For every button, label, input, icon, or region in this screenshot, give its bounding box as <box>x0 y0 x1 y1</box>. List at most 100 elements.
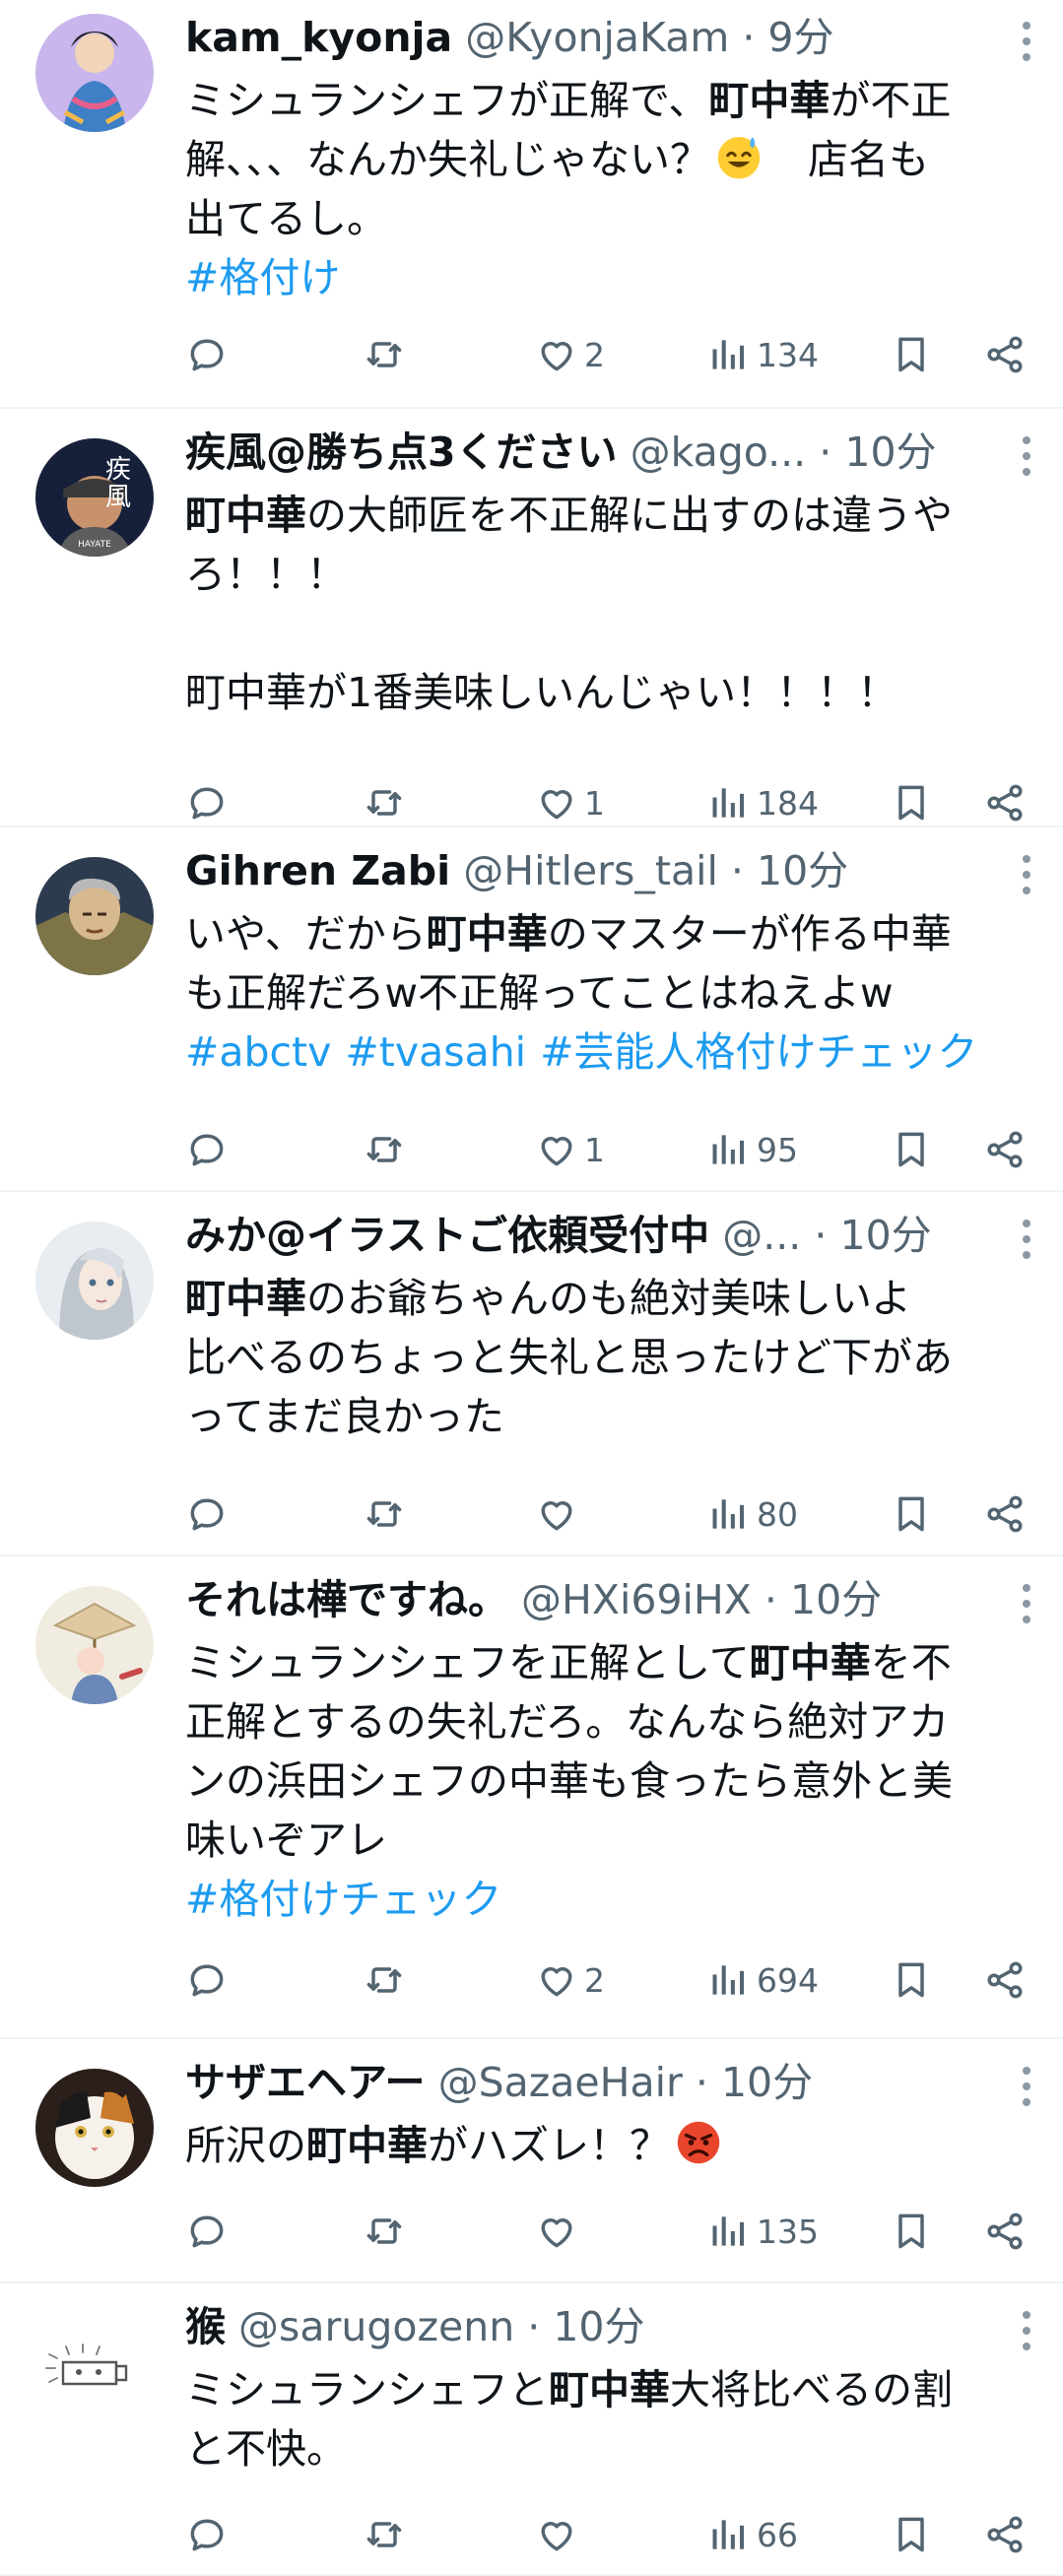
reply-button[interactable] <box>185 1950 229 2010</box>
avatar[interactable]: 疾風 HAYATE <box>35 438 154 557</box>
tweet[interactable]: 疾風 HAYATE 疾風@勝ち点3ください @kago... · 10分 町中華の大師… <box>0 409 1063 827</box>
like-button[interactable] <box>535 1485 584 1544</box>
reply-button[interactable] <box>185 1485 229 1544</box>
repost-button[interactable] <box>363 2202 406 2261</box>
timestamp[interactable]: 9分 <box>767 14 833 61</box>
tweet[interactable]: Gihren Zabi @Hitlers_tail · 10分 いや、だから町中華… <box>0 827 1063 1192</box>
tweet[interactable]: みか@イラストご依頼受付中 @... · 10分 町中華のお爺ちゃんのも絶対美味し… <box>0 1192 1063 1556</box>
display-name[interactable]: みか@イラストご依頼受付中 <box>185 1212 709 1259</box>
bookmark-button[interactable] <box>890 773 933 832</box>
timestamp[interactable]: 10分 <box>721 2059 813 2106</box>
views-button[interactable]: 66 <box>707 2505 798 2564</box>
bookmark-button[interactable] <box>890 1120 933 1179</box>
more-options-icon[interactable] <box>1012 1574 1041 1633</box>
timestamp[interactable]: 10分 <box>844 429 936 476</box>
tweet[interactable]: kam_kyonja @KyonjaKam · 9分 ミシュランシェフが正解で、町… <box>0 0 1063 409</box>
tweet-content: それは樺ですね。 @HXi69iHX · 10分 ミシュランシェフを正解として町中… <box>185 1572 994 1929</box>
timestamp[interactable]: 10分 <box>790 1576 882 1623</box>
views-count: 66 <box>757 2515 798 2554</box>
share-button[interactable] <box>983 325 1027 384</box>
more-options-icon[interactable] <box>1012 845 1041 904</box>
views-button[interactable]: 80 <box>707 1485 798 1544</box>
avatar[interactable] <box>35 14 154 132</box>
likes-count: 2 <box>584 335 605 374</box>
timestamp[interactable]: 10分 <box>839 1212 931 1259</box>
share-button[interactable] <box>983 2505 1027 2564</box>
bookmark-button[interactable] <box>890 2505 933 2564</box>
avatar[interactable] <box>35 1222 154 1340</box>
timestamp[interactable]: 10分 <box>553 2303 644 2350</box>
like-button[interactable] <box>535 2202 584 2261</box>
more-options-icon[interactable] <box>1012 1210 1041 1269</box>
like-icon <box>541 2522 572 2551</box>
views-button[interactable]: 95 <box>707 1120 798 1179</box>
views-button[interactable]: 694 <box>707 1950 819 2010</box>
share-button[interactable] <box>983 773 1027 832</box>
timestamp[interactable]: 10分 <box>757 847 848 894</box>
text-line: ミシュランシェフと町中華大将比べるの割 <box>185 2360 994 2419</box>
reply-button[interactable] <box>185 2202 229 2261</box>
more-options-icon[interactable] <box>1012 2057 1041 2116</box>
like-button[interactable] <box>535 2505 584 2564</box>
avatar[interactable] <box>35 2069 154 2187</box>
more-options-icon[interactable] <box>1012 427 1041 486</box>
bookmark-button[interactable] <box>890 2202 933 2261</box>
repost-button[interactable] <box>363 1485 406 1544</box>
display-name[interactable]: それは樺ですね。 <box>185 1576 508 1623</box>
reply-button[interactable] <box>185 773 229 832</box>
share-button[interactable] <box>983 1950 1027 2010</box>
share-icon <box>987 336 1023 373</box>
tweet[interactable]: 猴 @sarugozenn · 10分 ミシュランシェフと町中華大将比べるの割 と不… <box>0 2283 1063 2576</box>
display-name[interactable]: 疾風@勝ち点3ください <box>185 429 618 476</box>
share-button[interactable] <box>983 1120 1027 1179</box>
views-button[interactable]: 135 <box>707 2202 819 2261</box>
more-options-icon[interactable] <box>1012 2301 1041 2360</box>
user-handle[interactable]: @HXi69iHX <box>521 1576 752 1623</box>
avatar[interactable] <box>35 857 154 975</box>
user-handle[interactable]: @Hitlers_tail <box>463 847 718 894</box>
bookmark-button[interactable] <box>890 325 933 384</box>
user-handle[interactable]: @kago... <box>631 429 807 476</box>
more-options-icon[interactable] <box>1012 12 1041 71</box>
user-handle[interactable]: @sarugozenn <box>238 2303 514 2350</box>
hashtag-link[interactable]: #abctv <box>185 1028 331 1076</box>
likes-count: 1 <box>584 783 605 823</box>
share-button[interactable] <box>983 2202 1027 2261</box>
hashtag-link[interactable]: #芸能人格付けチェック <box>540 1028 977 1076</box>
tweet[interactable]: サザエヘアー @SazaeHair · 10分所沢の町中華がハズレ！？ 135 <box>0 2039 1063 2283</box>
text-segment: 解、、、なんか失礼じゃない？ <box>185 136 710 183</box>
repost-button[interactable] <box>363 325 406 384</box>
text-line: 所沢の町中華がハズレ！？ <box>185 2116 994 2175</box>
like-button[interactable]: 1 <box>535 1120 605 1179</box>
bookmark-button[interactable] <box>890 1950 933 2010</box>
tweet[interactable]: それは樺ですね。 @HXi69iHX · 10分 ミシュランシェフを正解として町中… <box>0 1556 1063 2039</box>
display-name[interactable]: 猴 <box>185 2303 226 2350</box>
repost-button[interactable] <box>363 1950 406 2010</box>
views-button[interactable]: 134 <box>707 325 819 384</box>
tweet-header: サザエヘアー @SazaeHair · 10分 <box>185 2055 994 2110</box>
share-button[interactable] <box>983 1485 1027 1544</box>
hashtag-link[interactable]: #格付け <box>185 254 340 301</box>
display-name[interactable]: kam_kyonja <box>185 14 452 61</box>
user-handle[interactable]: @SazaeHair <box>438 2059 683 2106</box>
repost-button[interactable] <box>363 1120 406 1179</box>
display-name[interactable]: サザエヘアー <box>185 2059 426 2106</box>
text-line: も正解だろw不正解ってことはねえよw <box>185 963 994 1023</box>
like-button[interactable]: 1 <box>535 773 605 832</box>
views-button[interactable]: 184 <box>707 773 819 832</box>
bookmark-button[interactable] <box>890 1485 933 1544</box>
avatar[interactable] <box>35 2309 154 2427</box>
like-button[interactable]: 2 <box>535 325 605 384</box>
hashtag-link[interactable]: #tvasahi <box>345 1028 526 1076</box>
avatar[interactable] <box>35 1586 154 1704</box>
repost-button[interactable] <box>363 773 406 832</box>
like-button[interactable]: 2 <box>535 1950 605 2010</box>
user-handle[interactable]: @... <box>722 1212 801 1259</box>
display-name[interactable]: Gihren Zabi <box>185 847 450 894</box>
reply-button[interactable] <box>185 1120 229 1179</box>
user-handle[interactable]: @KyonjaKam <box>465 14 729 61</box>
reply-button[interactable] <box>185 2505 229 2564</box>
hashtag-link[interactable]: #格付けチェック <box>185 1876 501 1923</box>
reply-button[interactable] <box>185 325 229 384</box>
repost-button[interactable] <box>363 2505 406 2564</box>
